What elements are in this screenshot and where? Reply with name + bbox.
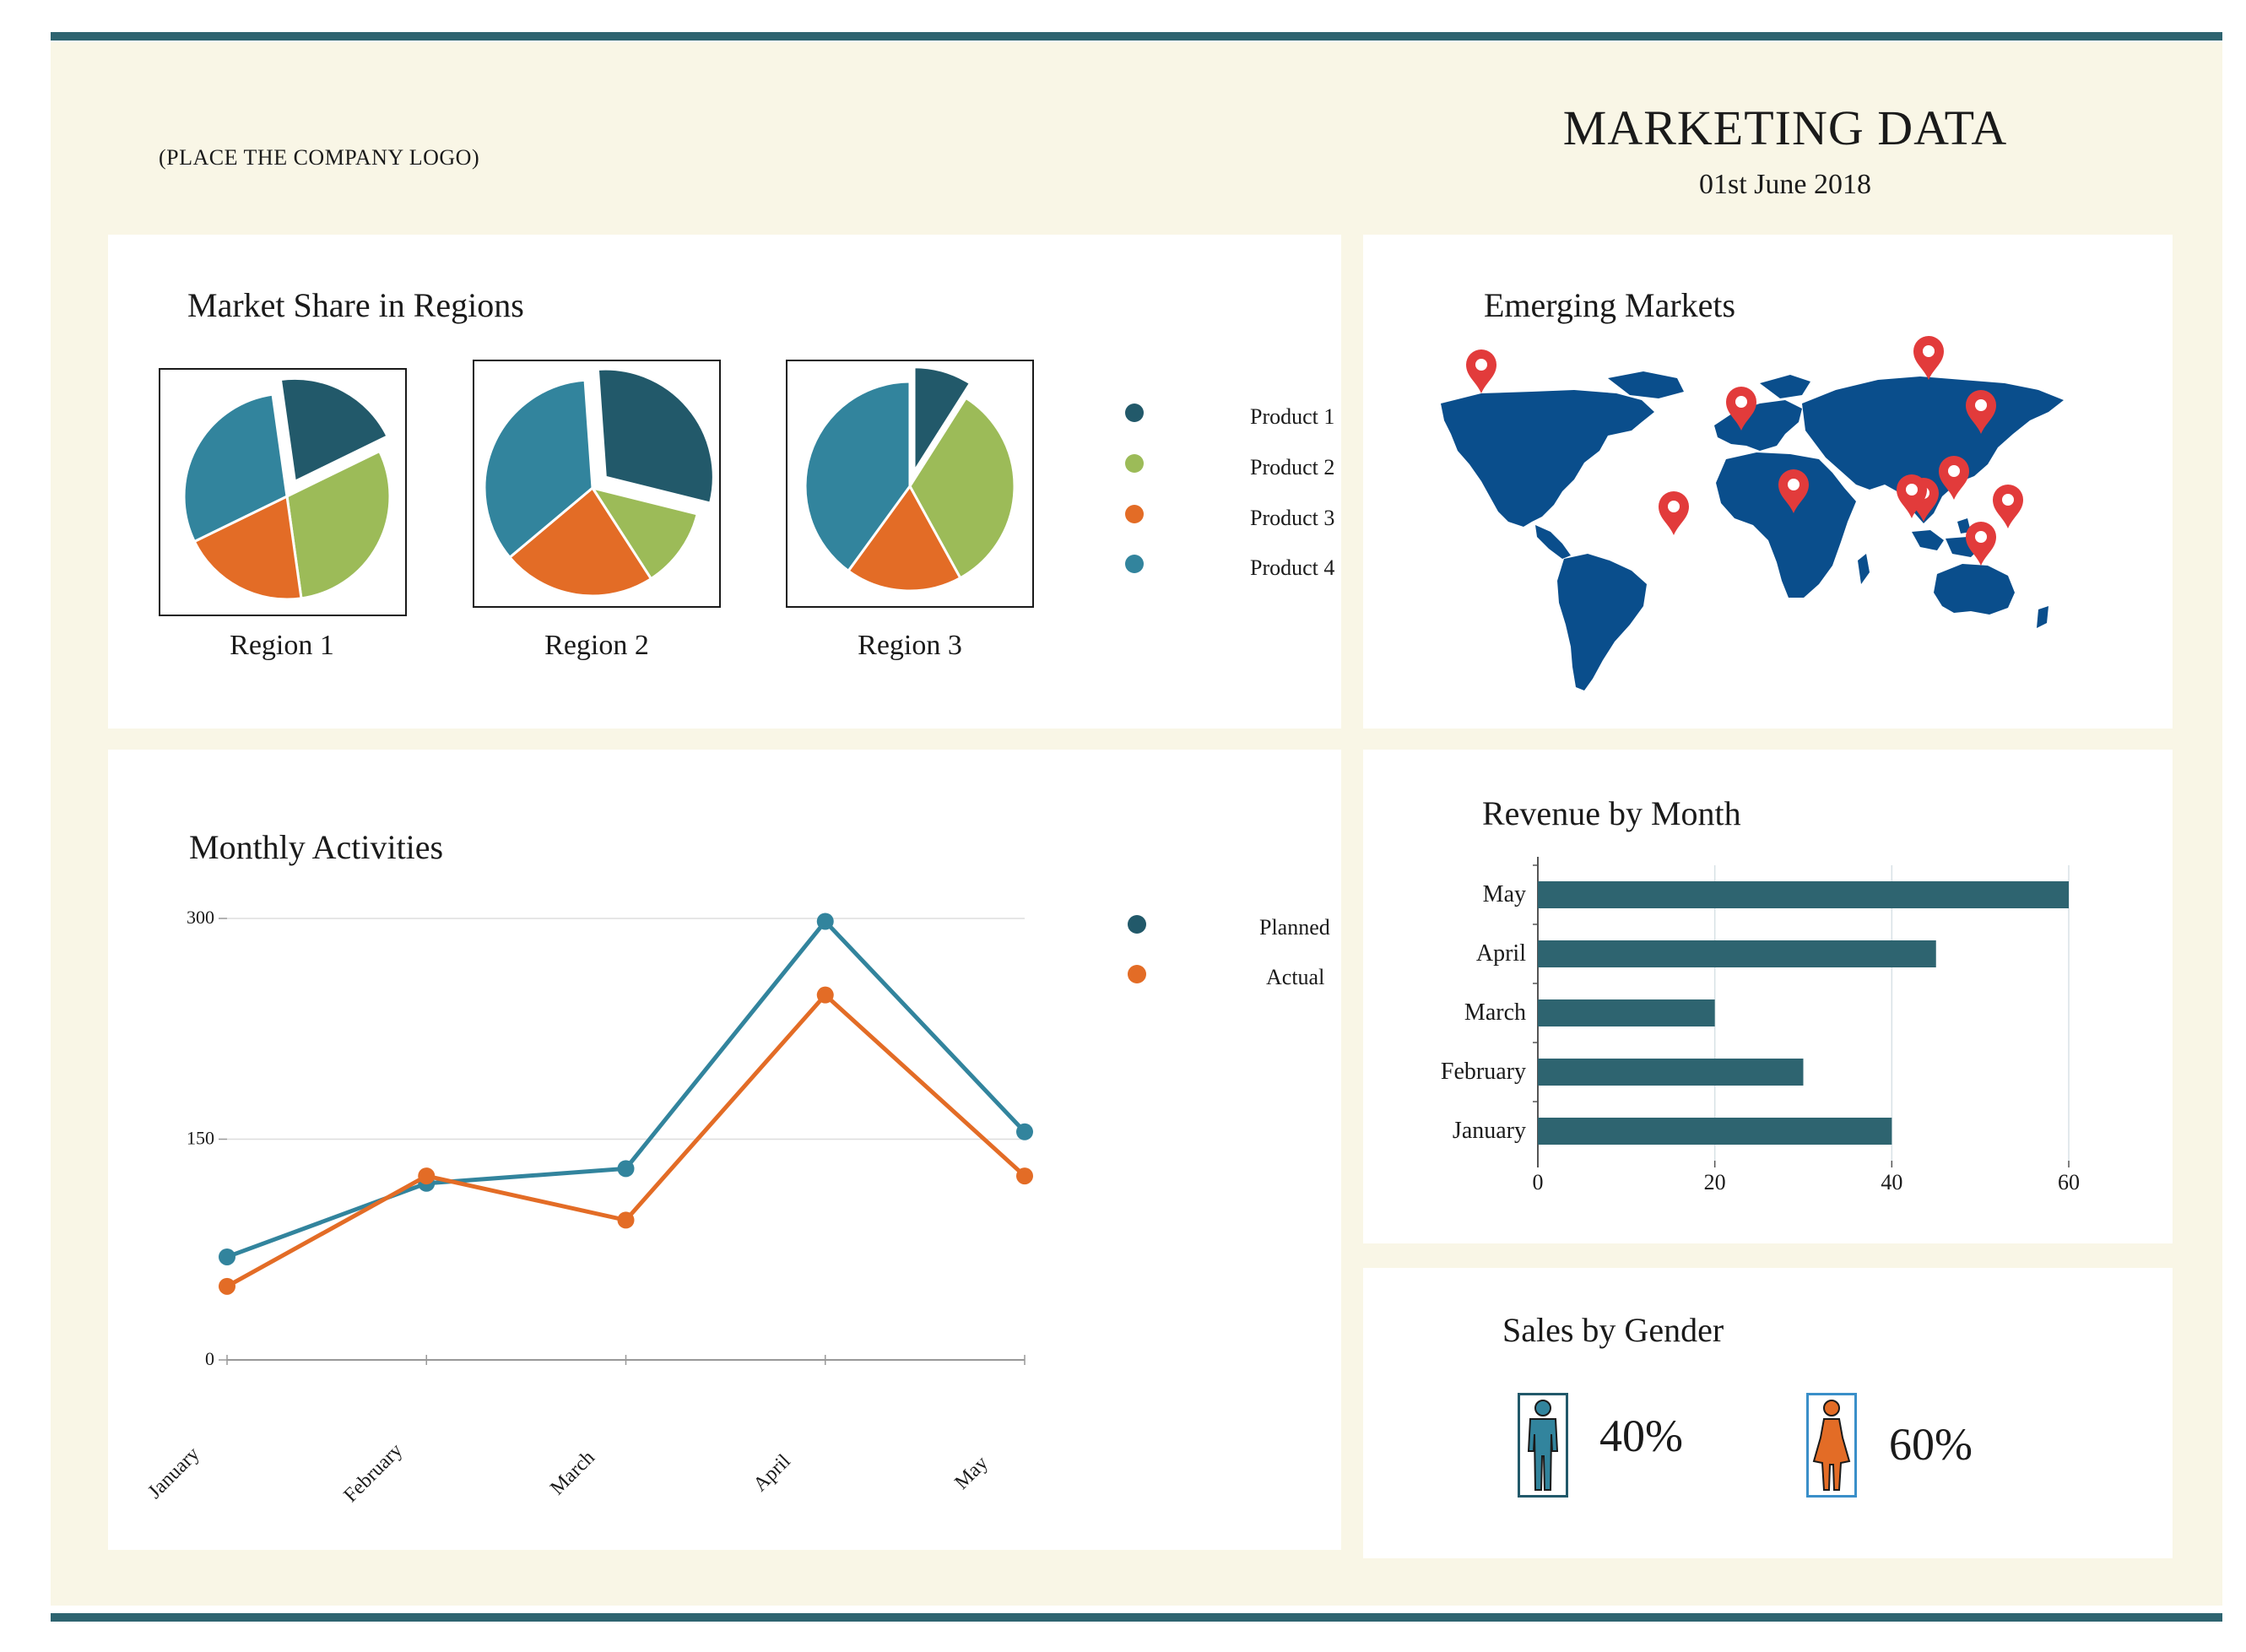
region-2-pie-frame [473, 360, 721, 608]
legend-label-product-2: Product 2 [1250, 455, 1335, 479]
x-tick-label: 60 [2058, 1170, 2080, 1194]
data-point-actual [617, 1211, 635, 1229]
y-tick-label: 0 [205, 1348, 214, 1369]
bottom-border [51, 1613, 2222, 1622]
female-percentage: 60% [1889, 1419, 1973, 1470]
bar-may [1538, 881, 2069, 908]
series-line-planned [226, 918, 1026, 1259]
bar-february [1538, 1059, 1804, 1086]
y-tick-label: 300 [187, 907, 214, 928]
y-tick-label: April [1476, 940, 1526, 967]
y-tick-label: 150 [187, 1128, 214, 1149]
data-point-actual [418, 1167, 436, 1185]
male-person-icon [1527, 1400, 1559, 1491]
revenue-bar-chart: 0 20 40 60 May April March February January [1441, 857, 2080, 1194]
data-point-actual [816, 986, 834, 1004]
y-tick-label: May [1483, 881, 1526, 907]
location-pin-icon [1993, 485, 2023, 528]
monthly-activities-panel: Monthly Activities 0 150 300 January Februar… [108, 750, 1341, 1550]
location-pin-icon [1913, 336, 1944, 380]
region-3-pie-chart [804, 366, 1016, 593]
legend-label-planned: Planned [1259, 915, 1330, 940]
data-point-actual [1016, 1167, 1033, 1185]
report-date: 01st June 2018 [1699, 169, 1871, 200]
page-title: MARKETING DATA [1562, 100, 2008, 155]
series-line-actual [225, 992, 1026, 1289]
x-tick-label: May [950, 1452, 992, 1493]
x-tick-label: April [750, 1450, 795, 1496]
market-share-panel: Market Share in Regions Region 1 Region … [108, 235, 1341, 729]
x-tick-label: February [339, 1439, 407, 1507]
bar-january [1538, 1118, 1892, 1145]
region-1-label: Region 1 [230, 630, 334, 661]
region-3-label: Region 3 [858, 630, 962, 661]
legend-label-product-4: Product 4 [1250, 555, 1335, 580]
data-point-planned [816, 913, 834, 930]
market-share-title: Market Share in Regions [187, 286, 524, 324]
legend-dot-product-4 [1125, 555, 1144, 573]
location-pin-icon [1466, 349, 1496, 393]
region-1-pie-frame [159, 368, 407, 616]
monthly-activities-line-chart: 0 150 300 January February March April May [143, 907, 1033, 1507]
legend-dot-product-3 [1125, 505, 1144, 523]
legend-dot-product-1 [1125, 404, 1144, 422]
x-tick-label: 40 [1881, 1170, 1902, 1194]
legend-dot-actual [1128, 965, 1146, 983]
world-map [1441, 336, 2064, 691]
legend-dot-planned [1128, 915, 1146, 934]
bar-march [1538, 999, 1715, 1026]
location-pin-icon [1966, 522, 1996, 566]
region-1-pie-chart [182, 376, 392, 601]
male-icon-frame [1518, 1393, 1568, 1498]
region-2-label: Region 2 [544, 630, 649, 661]
y-tick-label: March [1464, 999, 1526, 1026]
sales-by-gender-panel: Sales by Gender 40% 60% [1363, 1268, 2173, 1558]
logo-placeholder: (PLACE THE COMPANY LOGO) [159, 145, 480, 170]
region-2-pie-chart [483, 367, 715, 598]
y-tick-label: February [1441, 1059, 1526, 1085]
y-tick-label: January [1453, 1118, 1526, 1144]
female-person-icon [1812, 1400, 1851, 1491]
data-point-planned [219, 1248, 235, 1265]
revenue-by-month-panel: Revenue by Month 0 20 40 60 May April March Feb… [1363, 750, 2173, 1243]
legend-dot-product-2 [1125, 454, 1144, 473]
bar-april [1538, 940, 1936, 967]
data-point-actual [219, 1277, 235, 1295]
emerging-markets-panel: Emerging Markets [1363, 235, 2173, 729]
legend-label-actual: Actual [1266, 965, 1325, 989]
x-tick-label: 20 [1704, 1170, 1726, 1194]
female-icon-frame [1806, 1393, 1857, 1498]
x-tick-label: March [546, 1447, 599, 1500]
top-border [51, 32, 2222, 41]
x-tick-label: January [143, 1443, 203, 1503]
region-3-pie-frame [786, 360, 1034, 608]
data-point-planned [617, 1160, 635, 1178]
legend-label-product-1: Product 1 [1250, 404, 1335, 429]
male-percentage: 40% [1599, 1411, 1683, 1461]
pie-slice-region-2-product-1 [596, 367, 715, 505]
data-point-planned [1016, 1123, 1033, 1140]
legend-label-product-3: Product 3 [1250, 506, 1335, 530]
location-pin-icon [1659, 491, 1689, 535]
x-tick-label: 0 [1533, 1170, 1544, 1194]
sales-by-gender-title: Sales by Gender [1502, 1311, 1724, 1349]
